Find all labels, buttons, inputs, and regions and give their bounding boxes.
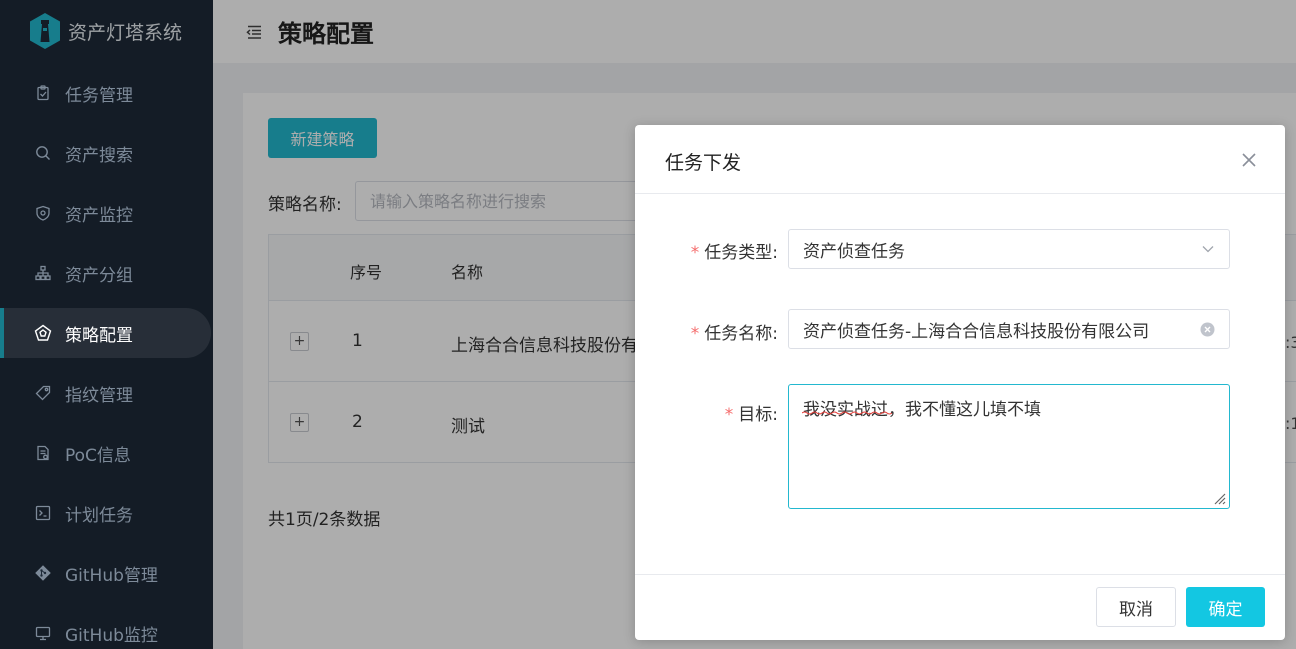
task-name-input[interactable]: 资产侦查任务-上海合合信息科技股份有限公司: [788, 309, 1230, 349]
task-name-label: * 任务名称:: [691, 319, 778, 344]
sidebar-item-label: 指纹管理: [65, 385, 133, 406]
clear-icon[interactable]: [1200, 322, 1215, 337]
dialog-title: 任务下发: [665, 152, 742, 174]
required-asterisk: *: [724, 405, 734, 425]
close-icon[interactable]: [1240, 151, 1258, 169]
org-chart-icon: [34, 264, 52, 282]
task-type-select[interactable]: 资产侦查任务: [788, 229, 1230, 269]
dialog-divider: [635, 193, 1285, 194]
dialog-footer-divider: [635, 574, 1285, 575]
sidebar-item-label: 策略配置: [65, 325, 133, 346]
tag-icon: [34, 384, 52, 402]
sidebar-item-label: 资产分组: [65, 265, 133, 286]
pentagon-icon: [34, 324, 52, 342]
search-icon: [34, 144, 52, 162]
document-icon: [34, 444, 52, 462]
sidebar-item-label: 资产监控: [65, 205, 133, 226]
resize-handle-icon[interactable]: [1210, 489, 1226, 505]
chevron-down-icon: [1202, 246, 1214, 253]
sidebar-item-label: 资产搜索: [65, 145, 133, 166]
row-trailing-text: :1: [1285, 414, 1296, 433]
spellcheck-underline: [802, 411, 892, 415]
git-icon: [34, 564, 52, 582]
sidebar-item-label: PoC信息: [65, 445, 131, 466]
target-label: * 目标:: [725, 400, 778, 425]
shield-icon: [34, 204, 52, 222]
required-asterisk: *: [690, 243, 700, 263]
confirm-button[interactable]: 确定: [1186, 587, 1265, 627]
clipboard-icon: [34, 84, 52, 102]
required-asterisk: *: [690, 324, 700, 344]
sidebar-item-label: 计划任务: [65, 505, 133, 526]
task-dispatch-dialog: 任务下发 * 任务类型: 资产侦查任务 * 任务名称: 资产侦查任务-上海合合信息科…: [635, 125, 1285, 640]
task-type-label-text: 任务类型:: [704, 243, 778, 263]
task-type-label: * 任务类型:: [691, 238, 778, 263]
sidebar-item-label: GitHub监控: [65, 625, 158, 646]
task-name-value: 资产侦查任务-上海合合信息科技股份有限公司: [803, 321, 1150, 342]
target-textarea[interactable]: 我没实战过，我不懂这儿填不填: [788, 384, 1230, 509]
target-label-text: 目标:: [738, 405, 778, 425]
task-name-label-text: 任务名称:: [704, 324, 778, 344]
sidebar-item-label: 任务管理: [65, 85, 133, 106]
cancel-button[interactable]: 取消: [1096, 587, 1176, 627]
task-type-value: 资产侦查任务: [803, 241, 905, 262]
row-trailing-text: :3: [1285, 333, 1296, 352]
sidebar-item-label: GitHub管理: [65, 565, 158, 586]
terminal-icon: [34, 504, 52, 522]
monitor-icon: [34, 624, 52, 642]
